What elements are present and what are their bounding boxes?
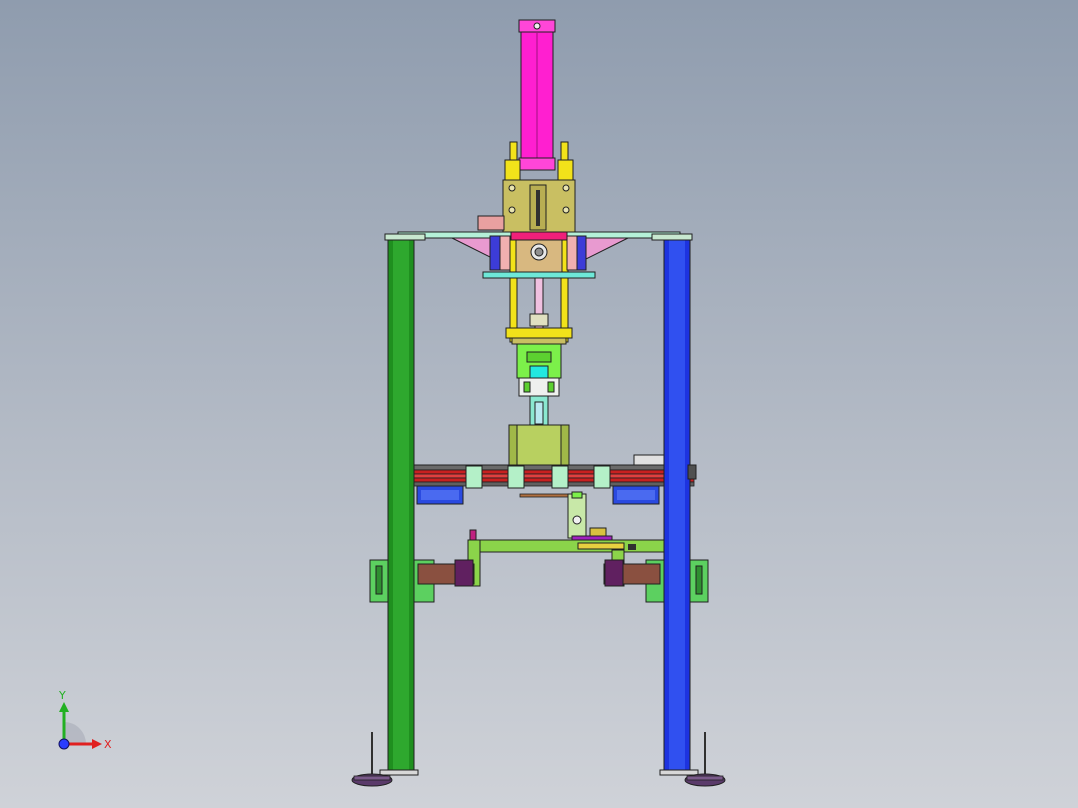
y-axis-label: Y [58,689,66,702]
z-axis-origin [58,738,70,750]
gripper-assembly[interactable] [516,343,562,427]
cad-viewport[interactable]: Y X [0,0,1078,808]
y-axis-arrowhead [59,702,69,712]
coordinate-triad: Y X [58,689,112,751]
x-axis-arrowhead [92,739,102,749]
center-bracket[interactable] [519,491,613,543]
piston-rod[interactable] [529,277,549,331]
pneumatic-cylinder[interactable] [518,19,556,171]
x-axis-label: X [104,738,112,751]
roller-drum[interactable] [508,424,570,466]
head-block[interactable] [477,179,576,233]
assembly-drawing[interactable]: Y X [0,0,1078,808]
lower-plate[interactable] [505,327,573,345]
lower-side-clamps[interactable] [369,559,709,603]
top-plate[interactable] [397,231,681,279]
